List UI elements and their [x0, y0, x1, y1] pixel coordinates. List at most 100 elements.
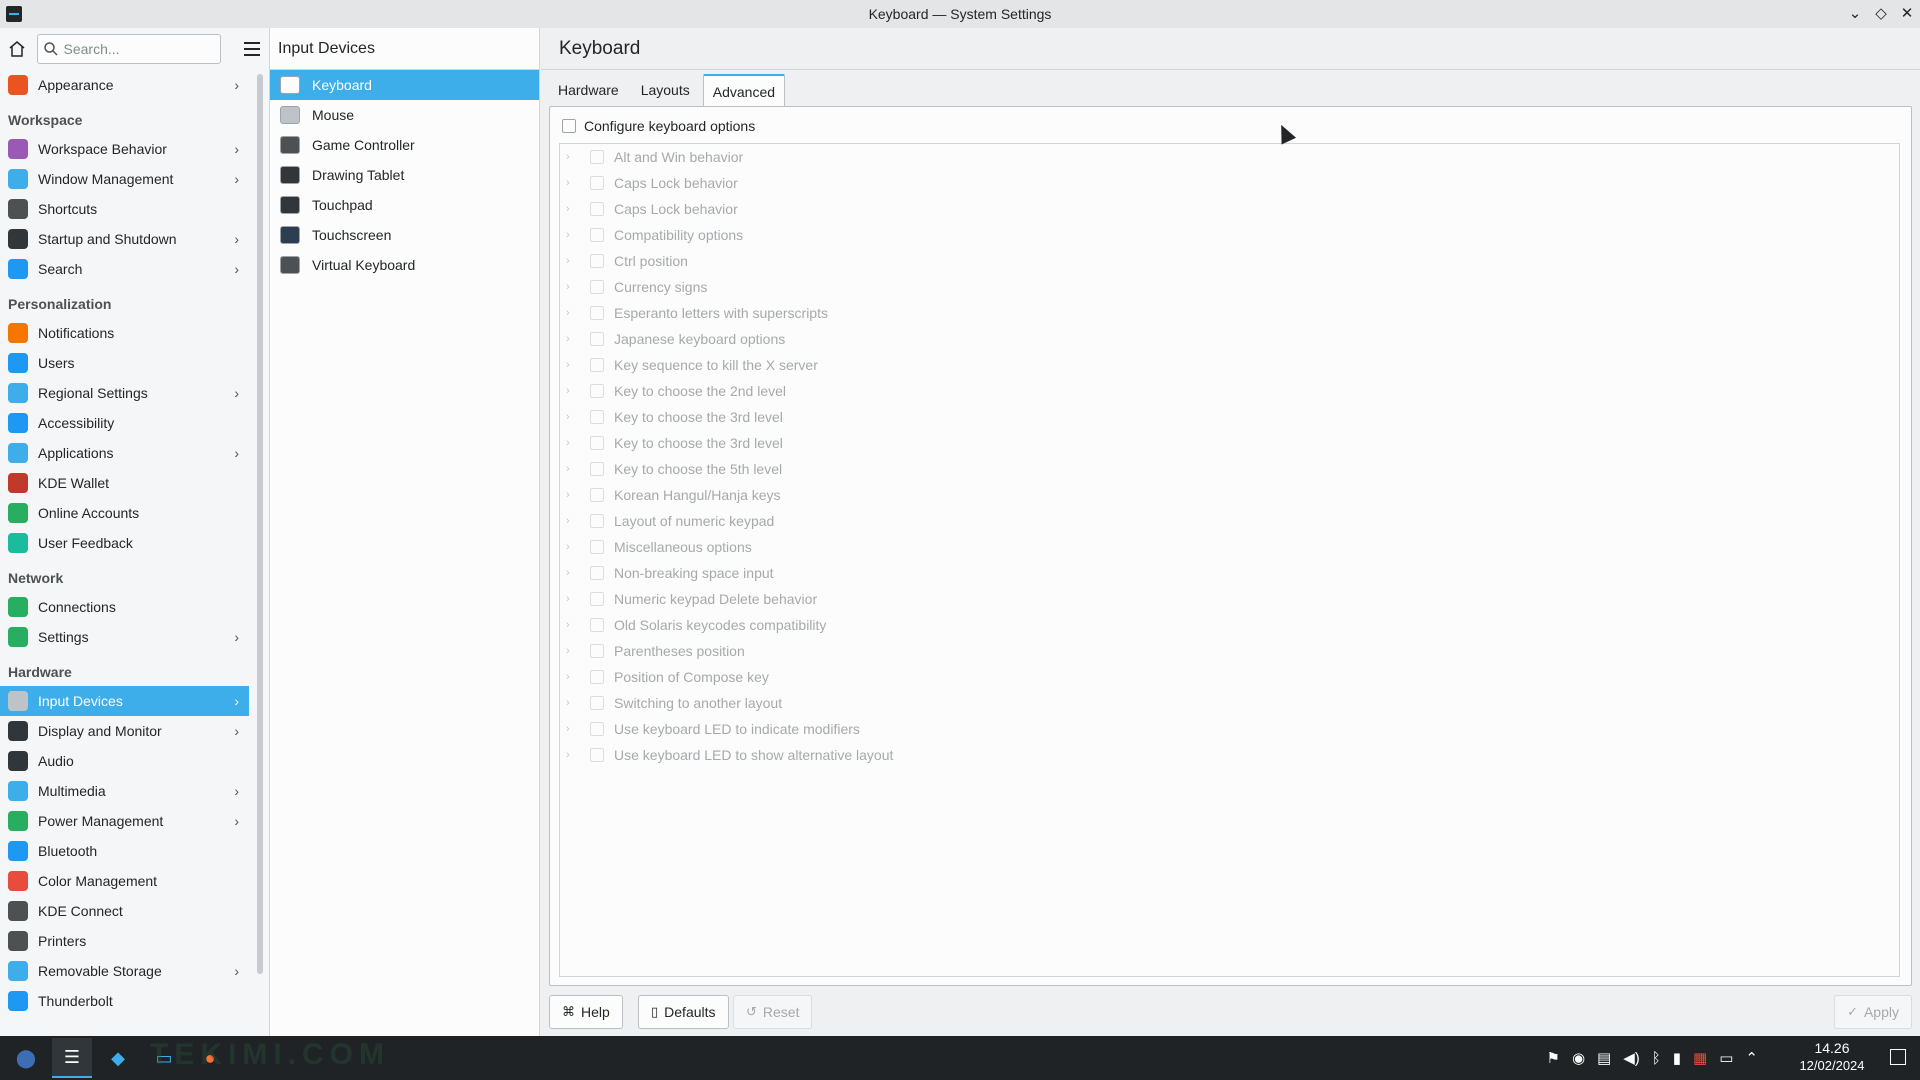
option-checkbox[interactable] — [590, 566, 604, 580]
sidebar-item-input-devices[interactable]: Input Devices › — [0, 686, 249, 716]
sidebar-item-shortcuts[interactable]: Shortcuts — [0, 194, 249, 224]
expand-arrow-icon[interactable]: › — [566, 593, 576, 605]
sidebar-item-kde-connect[interactable]: KDE Connect — [0, 896, 249, 926]
sidebar-item-bluetooth[interactable]: Bluetooth — [0, 836, 249, 866]
expand-arrow-icon[interactable]: › — [566, 203, 576, 215]
expand-arrow-icon[interactable]: › — [566, 541, 576, 553]
option-group-row[interactable]: › Old Solaris keycodes compatibility — [560, 612, 1899, 638]
expand-arrow-icon[interactable]: › — [566, 359, 576, 371]
volume-tray-icon[interactable]: ◀) — [1623, 1049, 1640, 1067]
maximize-button[interactable]: ◇ — [1874, 4, 1888, 24]
defaults-button[interactable]: ▯ Defaults — [638, 995, 729, 1029]
fedora-launcher-icon[interactable]: ⬤ — [6, 1038, 46, 1078]
expand-arrow-icon[interactable]: › — [566, 619, 576, 631]
system-settings-task[interactable]: ☰ — [52, 1038, 92, 1078]
update-tray-icon[interactable]: ◉ — [1572, 1049, 1585, 1067]
expand-arrow-icon[interactable]: › — [566, 697, 576, 709]
home-button[interactable] — [6, 34, 29, 64]
option-checkbox[interactable] — [590, 176, 604, 190]
option-checkbox[interactable] — [590, 540, 604, 554]
option-group-row[interactable]: › Caps Lock behavior — [560, 196, 1899, 222]
option-group-row[interactable]: › Position of Compose key — [560, 664, 1899, 690]
clock[interactable]: 14.26 12/02/2024 — [1792, 1040, 1872, 1074]
keyboard-layout-flag-icon[interactable]: ▦ — [1693, 1049, 1707, 1067]
tab-layouts[interactable]: Layouts — [632, 74, 699, 106]
tab-hardware[interactable]: Hardware — [549, 74, 628, 106]
expand-arrow-icon[interactable]: › — [566, 671, 576, 683]
bluetooth-tray-icon[interactable]: ᛒ — [1652, 1050, 1661, 1067]
battery-tray-icon[interactable]: ▮ — [1673, 1049, 1681, 1067]
option-checkbox[interactable] — [590, 618, 604, 632]
option-group-row[interactable]: › Switching to another layout — [560, 690, 1899, 716]
sidebar-item-kde-wallet[interactable]: KDE Wallet — [0, 468, 249, 498]
option-group-row[interactable]: › Korean Hangul/Hanja keys — [560, 482, 1899, 508]
network-tray-icon[interactable]: ▭ — [1719, 1049, 1733, 1067]
help-button[interactable]: ⌘ Help — [549, 995, 623, 1029]
clipboard-tray-icon[interactable]: ▤ — [1597, 1049, 1611, 1067]
expand-tray-icon[interactable]: ⌃ — [1745, 1049, 1758, 1067]
option-group-row[interactable]: › Layout of numeric keypad — [560, 508, 1899, 534]
option-group-row[interactable]: › Key to choose the 3rd level — [560, 430, 1899, 456]
close-button[interactable]: ✕ — [1900, 4, 1914, 24]
expand-arrow-icon[interactable]: › — [566, 437, 576, 449]
sidebar-item-startup-and-shutdown[interactable]: Startup and Shutdown › — [0, 224, 249, 254]
sidebar-item-applications[interactable]: Applications › — [0, 438, 249, 468]
firefox-task-icon[interactable]: ● — [190, 1038, 230, 1078]
search-field[interactable] — [36, 34, 221, 64]
show-desktop-button[interactable] — [1890, 1049, 1906, 1065]
expand-arrow-icon[interactable]: › — [566, 645, 576, 657]
option-checkbox[interactable] — [590, 228, 604, 242]
expand-arrow-icon[interactable]: › — [566, 749, 576, 761]
option-checkbox[interactable] — [590, 384, 604, 398]
option-checkbox[interactable] — [590, 514, 604, 528]
sidebar-item-window-management[interactable]: Window Management › — [0, 164, 249, 194]
option-checkbox[interactable] — [590, 358, 604, 372]
option-checkbox[interactable] — [590, 436, 604, 450]
tab-advanced[interactable]: Advanced — [702, 74, 786, 106]
checkbox-box[interactable] — [562, 119, 576, 133]
expand-arrow-icon[interactable]: › — [566, 151, 576, 163]
sidebar-item-color-management[interactable]: Color Management — [0, 866, 249, 896]
expand-arrow-icon[interactable]: › — [566, 515, 576, 527]
sidebar-item-regional-settings[interactable]: Regional Settings › — [0, 378, 249, 408]
expand-arrow-icon[interactable]: › — [566, 463, 576, 475]
expand-arrow-icon[interactable]: › — [566, 489, 576, 501]
option-group-row[interactable]: › Currency signs — [560, 274, 1899, 300]
option-group-row[interactable]: › Japanese keyboard options — [560, 326, 1899, 352]
option-group-row[interactable]: › Key to choose the 3rd level — [560, 404, 1899, 430]
option-checkbox[interactable] — [590, 722, 604, 736]
sidebar-item-connections[interactable]: Connections — [0, 592, 249, 622]
option-checkbox[interactable] — [590, 592, 604, 606]
sidebar-item-audio[interactable]: Audio — [0, 746, 249, 776]
option-checkbox[interactable] — [590, 202, 604, 216]
expand-arrow-icon[interactable]: › — [566, 281, 576, 293]
sidebar-scrollbar[interactable] — [257, 74, 263, 974]
option-group-row[interactable]: › Key to choose the 5th level — [560, 456, 1899, 482]
sidebar-item-multimedia[interactable]: Multimedia › — [0, 776, 249, 806]
option-checkbox[interactable] — [590, 254, 604, 268]
file-manager-task-icon[interactable]: ▭ — [144, 1038, 184, 1078]
expand-arrow-icon[interactable]: › — [566, 307, 576, 319]
sidebar-item-notifications[interactable]: Notifications — [0, 318, 249, 348]
sidebar-item-display-and-monitor[interactable]: Display and Monitor › — [0, 716, 249, 746]
option-group-row[interactable]: › Alt and Win behavior — [560, 144, 1899, 170]
option-checkbox[interactable] — [590, 332, 604, 346]
option-group-row[interactable]: › Key sequence to kill the X server — [560, 352, 1899, 378]
reset-button[interactable]: ↺ Reset — [733, 995, 813, 1029]
expand-arrow-icon[interactable]: › — [566, 255, 576, 267]
category-item-keyboard[interactable]: Keyboard — [270, 70, 539, 100]
expand-arrow-icon[interactable]: › — [566, 333, 576, 345]
category-item-virtual-keyboard[interactable]: Virtual Keyboard — [270, 250, 539, 280]
sidebar-item-thunderbolt[interactable]: Thunderbolt — [0, 986, 249, 1016]
sidebar-item-power-management[interactable]: Power Management › — [0, 806, 249, 836]
expand-arrow-icon[interactable]: › — [566, 177, 576, 189]
category-item-mouse[interactable]: Mouse — [270, 100, 539, 130]
option-group-row[interactable]: › Use keyboard LED to show alternative la… — [560, 742, 1899, 768]
sidebar-item-printers[interactable]: Printers — [0, 926, 249, 956]
category-item-game-controller[interactable]: Game Controller — [270, 130, 539, 160]
expand-arrow-icon[interactable]: › — [566, 411, 576, 423]
option-checkbox[interactable] — [590, 280, 604, 294]
expand-arrow-icon[interactable]: › — [566, 385, 576, 397]
option-checkbox[interactable] — [590, 150, 604, 164]
option-checkbox[interactable] — [590, 306, 604, 320]
